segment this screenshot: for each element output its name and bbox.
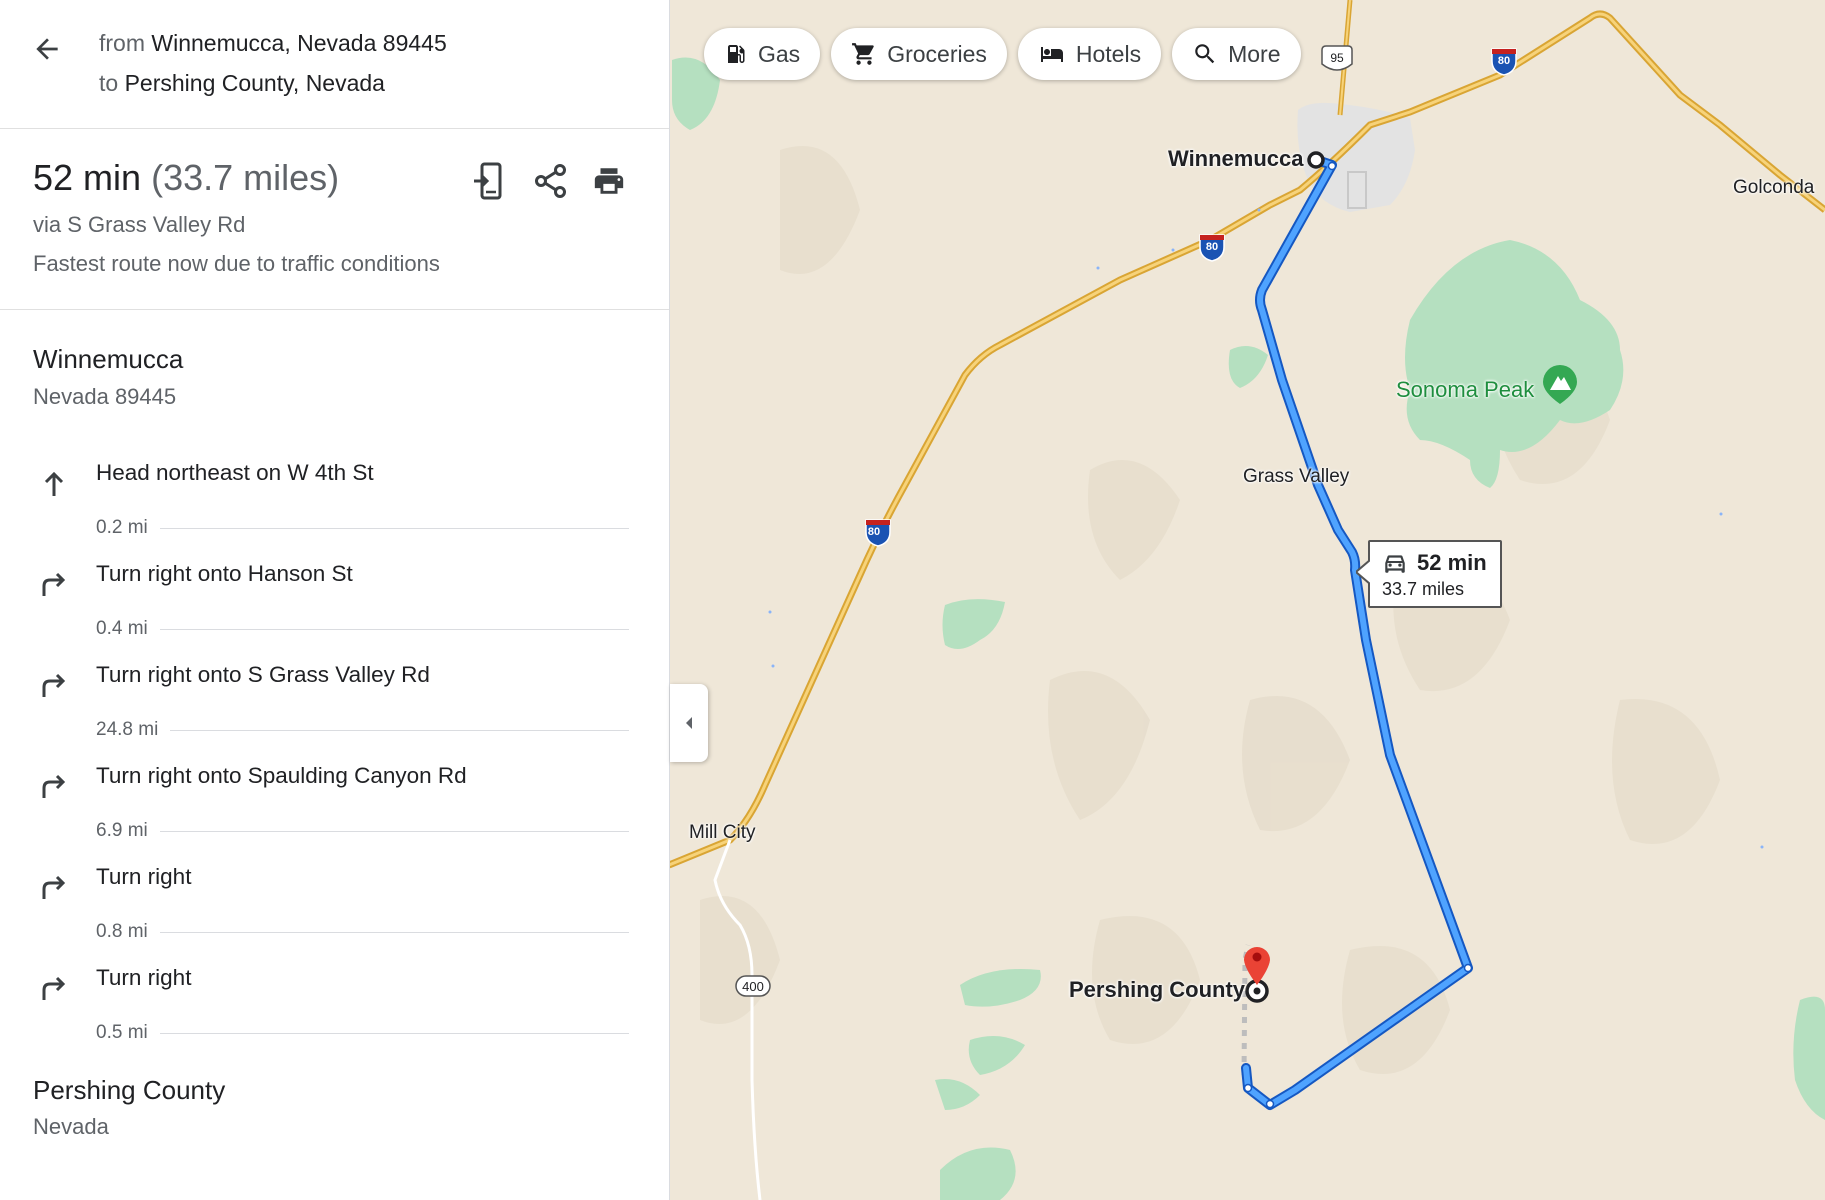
search-icon bbox=[1195, 44, 1215, 64]
end-place-sub: Nevada bbox=[33, 1114, 109, 1139]
map-label-pershing-county[interactable]: Pershing County bbox=[1069, 977, 1245, 1003]
step-instruction: Turn right bbox=[96, 864, 192, 889]
phone-send-icon bbox=[474, 162, 502, 200]
back-button[interactable] bbox=[28, 30, 66, 68]
step-distance: 24.8 mi bbox=[96, 719, 171, 741]
map-graphics bbox=[669, 0, 1825, 1200]
map-label-mill-city[interactable]: Mill City bbox=[689, 822, 756, 844]
print-button[interactable] bbox=[587, 159, 631, 203]
chip-label: Hotels bbox=[1075, 40, 1142, 67]
step-instruction: Turn right onto Hanson St bbox=[96, 561, 353, 586]
step-item[interactable]: Turn right onto Hanson St 0.4 mi bbox=[0, 557, 669, 657]
start-place-sub: Nevada 89445 bbox=[33, 384, 177, 409]
map-label-grass-valley[interactable]: Grass Valley bbox=[1243, 466, 1349, 488]
map-label-sonoma-peak[interactable]: Sonoma Peak bbox=[1396, 377, 1534, 403]
category-chips: Gas Groceries Hotels More bbox=[704, 28, 1301, 80]
to-field[interactable]: to Pershing County, Nevada bbox=[99, 70, 385, 97]
step-instruction: Head northeast on W 4th St bbox=[96, 460, 374, 485]
from-place: Winnemucca, Nevada 89445 bbox=[151, 30, 447, 56]
callout-miles: 33.7 miles bbox=[1382, 579, 1465, 599]
step-divider bbox=[96, 831, 629, 832]
directions-header: from Winnemucca, Nevada 89445 to Pershin… bbox=[0, 0, 669, 129]
sr400-shield-label: 400 bbox=[742, 979, 764, 994]
route-summary: 52 min (33.7 miles) via S Grass Valley R… bbox=[0, 129, 669, 310]
step-distance: 6.9 mi bbox=[96, 820, 160, 842]
arrow-back-icon bbox=[36, 38, 58, 60]
share-button[interactable] bbox=[529, 159, 573, 203]
step-distance: 0.2 mi bbox=[96, 517, 160, 539]
step-distance: 0.5 mi bbox=[96, 1022, 160, 1044]
from-prefix: from bbox=[99, 30, 145, 56]
duration-value: 52 min bbox=[33, 157, 142, 198]
caret-left-icon bbox=[686, 717, 692, 729]
printer-icon bbox=[594, 168, 624, 194]
route-duration: 52 min (33.7 miles) bbox=[33, 157, 339, 199]
start-place-name: Winnemucca bbox=[33, 344, 184, 374]
map-label-winnemucca[interactable]: Winnemucca bbox=[1168, 146, 1304, 172]
chip-hotels[interactable]: Hotels bbox=[1017, 28, 1162, 80]
chip-label: More bbox=[1228, 40, 1281, 67]
bed-icon bbox=[1040, 47, 1063, 62]
i80-shield-label-1: 80 bbox=[867, 526, 881, 538]
to-prefix: to bbox=[99, 70, 119, 96]
share-icon bbox=[535, 164, 566, 198]
start-marker[interactable] bbox=[1307, 151, 1325, 169]
to-place: Pershing County, Nevada bbox=[124, 70, 385, 96]
chip-more[interactable]: More bbox=[1172, 28, 1301, 80]
step-item[interactable]: Turn right 0.5 mi bbox=[0, 961, 669, 1061]
route-callout[interactable]: 52 min 33.7 miles bbox=[1356, 540, 1502, 608]
step-divider bbox=[96, 932, 629, 933]
route-via: via S Grass Valley Rd bbox=[33, 212, 246, 237]
turn-right-icon bbox=[36, 971, 72, 1007]
step-item[interactable]: Turn right onto S Grass Valley Rd 24.8 m… bbox=[0, 658, 669, 758]
car-icon bbox=[1385, 555, 1405, 573]
step-divider bbox=[96, 528, 629, 529]
i80-shield-label-2: 80 bbox=[1205, 241, 1219, 253]
us95-shield-label: 95 bbox=[1330, 51, 1344, 65]
turn-right-icon bbox=[36, 870, 72, 906]
i80-shield-label-3: 80 bbox=[1497, 55, 1511, 67]
chip-label: Gas bbox=[758, 40, 801, 67]
map-canvas[interactable]: 80 80 80 95 400 Winnemucca Golconda Sono… bbox=[669, 0, 1825, 1200]
turn-right-icon bbox=[36, 769, 72, 805]
end-place-name: Pershing County bbox=[33, 1075, 226, 1105]
step-distance: 0.4 mi bbox=[96, 618, 160, 640]
chip-gas[interactable]: Gas bbox=[704, 28, 821, 80]
step-divider bbox=[96, 629, 629, 630]
turn-right-icon bbox=[36, 668, 72, 704]
step-distance: 0.8 mi bbox=[96, 921, 160, 943]
step-instruction: Turn right bbox=[96, 965, 192, 990]
from-field[interactable]: from Winnemucca, Nevada 89445 bbox=[99, 30, 447, 57]
callout-pointer bbox=[1356, 560, 1370, 584]
step-item[interactable]: Head northeast on W 4th St 0.2 mi bbox=[0, 456, 669, 556]
chip-label: Groceries bbox=[887, 40, 987, 67]
send-to-phone-button[interactable] bbox=[467, 159, 511, 203]
step-instruction: Turn right onto S Grass Valley Rd bbox=[96, 662, 430, 687]
turn-right-icon bbox=[36, 567, 72, 603]
directions-panel: from Winnemucca, Nevada 89445 to Pershin… bbox=[0, 0, 670, 1200]
gas-station-icon bbox=[728, 45, 745, 63]
step-divider bbox=[96, 1033, 629, 1034]
callout-time: 52 min bbox=[1417, 550, 1487, 575]
shopping-cart-icon bbox=[852, 43, 874, 65]
chip-groceries[interactable]: Groceries bbox=[831, 28, 1007, 80]
map-label-golconda[interactable]: Golconda bbox=[1733, 177, 1814, 199]
arrow-up-icon bbox=[36, 466, 72, 502]
step-divider bbox=[96, 730, 629, 731]
distance-value: (33.7 miles) bbox=[151, 157, 340, 198]
step-item[interactable]: Turn right 0.8 mi bbox=[0, 860, 669, 960]
collapse-panel-button[interactable] bbox=[670, 684, 708, 762]
step-item[interactable]: Turn right onto Spaulding Canyon Rd 6.9 … bbox=[0, 759, 669, 859]
step-instruction: Turn right onto Spaulding Canyon Rd bbox=[96, 763, 467, 788]
route-note: Fastest route now due to traffic conditi… bbox=[33, 251, 440, 276]
